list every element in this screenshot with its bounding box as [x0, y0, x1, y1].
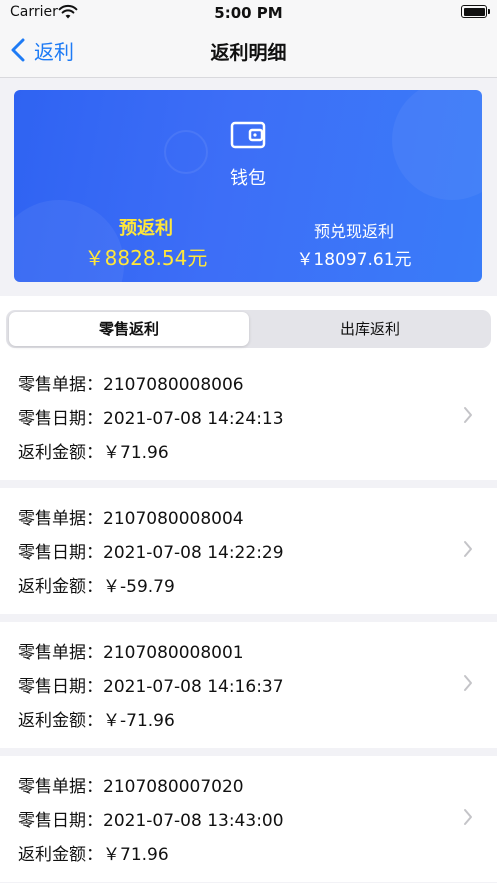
amount-row: 返利金额：￥-71.96: [18, 706, 175, 731]
wallet-card: 钱包 预返利 ￥8828.54元 预兑现返利 ￥18097.61元: [14, 90, 482, 282]
order-number: 2107080007020: [103, 777, 244, 797]
amount-row: 返利金额：￥71.96: [18, 840, 169, 865]
list-item[interactable]: 零售单据：2107080008006 零售日期：2021-07-08 14:24…: [0, 354, 497, 480]
order-label: 零售单据：: [18, 375, 103, 395]
date-label: 零售日期：: [18, 543, 103, 563]
segmented-control: 零售返利 出库返利: [6, 310, 491, 348]
wallet-icon: [230, 121, 266, 149]
order-date: 2021-07-08 14:16:37: [103, 677, 284, 697]
pre-redeem-value: ￥18097.61元: [296, 250, 412, 270]
nav-bar: 返利 返利明细: [0, 24, 497, 78]
order-date: 2021-07-08 14:24:13: [103, 409, 284, 429]
order-row: 零售单据：2107080008006: [18, 370, 244, 395]
order-number: 2107080008001: [103, 643, 244, 663]
date-label: 零售日期：: [18, 409, 103, 429]
tab-retail-rebate[interactable]: 零售返利: [9, 312, 249, 346]
battery-icon: [461, 5, 490, 18]
order-label: 零售单据：: [18, 777, 103, 797]
wallet-label: 钱包: [230, 168, 266, 189]
pre-rebate-value: ￥8828.54元: [84, 246, 208, 270]
order-label: 零售单据：: [18, 509, 103, 529]
date-row: 零售日期：2021-07-08 14:22:29: [18, 538, 284, 563]
list-item[interactable]: 零售单据：2107080008001 零售日期：2021-07-08 14:16…: [0, 622, 497, 748]
chevron-right-icon: [464, 809, 472, 825]
order-row: 零售单据：2107080008004: [18, 504, 244, 529]
tab-bar: 零售返利 出库返利: [0, 296, 497, 354]
rebate-amount: ￥71.96: [103, 443, 169, 463]
rebate-amount: ￥-71.96: [103, 711, 175, 731]
amount-row: 返利金额：￥71.96: [18, 438, 169, 463]
amount-label: 返利金额：: [18, 711, 103, 731]
amount-label: 返利金额：: [18, 845, 103, 865]
status-bar: Carrier 5:00 PM: [0, 0, 497, 24]
rebate-amount: ￥71.96: [103, 845, 169, 865]
order-date: 2021-07-08 14:22:29: [103, 543, 284, 563]
page-title: 返利明细: [210, 42, 287, 64]
amount-label: 返利金额：: [18, 443, 103, 463]
date-label: 零售日期：: [18, 811, 103, 831]
order-number: 2107080008006: [103, 375, 244, 395]
clock: 5:00 PM: [214, 4, 283, 22]
date-row: 零售日期：2021-07-08 13:43:00: [18, 806, 284, 831]
order-number: 2107080008004: [103, 509, 244, 529]
order-date: 2021-07-08 13:43:00: [103, 811, 284, 831]
date-row: 零售日期：2021-07-08 14:16:37: [18, 672, 284, 697]
rebate-amount: ￥-59.79: [103, 577, 175, 597]
pre-rebate-label: 预返利: [119, 218, 173, 239]
chevron-right-icon: [464, 675, 472, 691]
amount-label: 返利金额：: [18, 577, 103, 597]
date-row: 零售日期：2021-07-08 14:24:13: [18, 404, 284, 429]
order-row: 零售单据：2107080007020: [18, 772, 244, 797]
pre-redeem-label: 预兑现返利: [313, 222, 394, 241]
list-item[interactable]: 零售单据：2107080008004 零售日期：2021-07-08 14:22…: [0, 488, 497, 614]
date-label: 零售日期：: [18, 677, 103, 697]
order-label: 零售单据：: [18, 643, 103, 663]
order-row: 零售单据：2107080008001: [18, 638, 244, 663]
list-item[interactable]: 零售单据：2107080007020 零售日期：2021-07-08 13:43…: [0, 756, 497, 882]
chevron-right-icon: [464, 407, 472, 423]
pre-redeem-block: 预兑现返利 ￥18097.61元: [279, 218, 429, 270]
pre-rebate-block: 预返利 ￥8828.54元: [56, 214, 236, 271]
chevron-right-icon: [464, 541, 472, 557]
tab-outbound-rebate[interactable]: 出库返利: [251, 312, 489, 346]
amount-row: 返利金额：￥-59.79: [18, 572, 175, 597]
